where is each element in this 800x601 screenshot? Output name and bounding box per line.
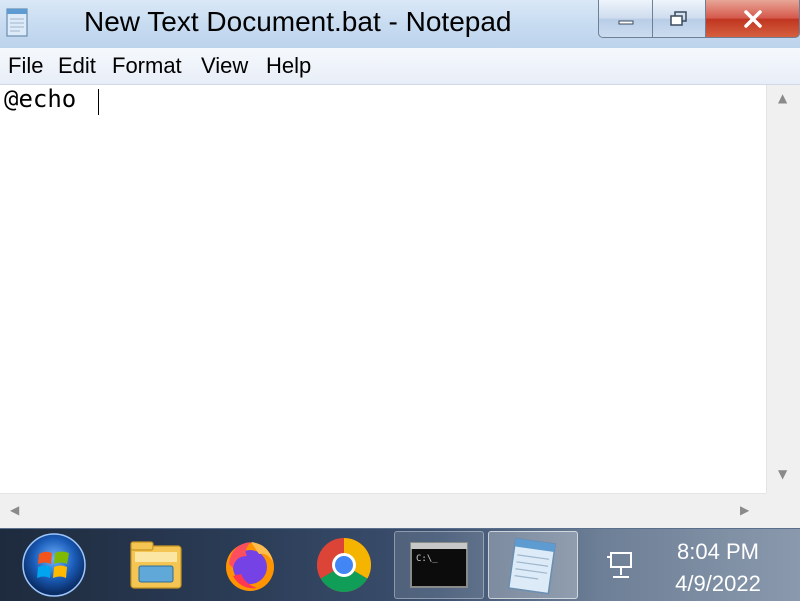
minimize-button[interactable] bbox=[598, 0, 653, 38]
close-button[interactable] bbox=[705, 0, 800, 38]
scroll-up-icon[interactable]: ▲ bbox=[778, 91, 787, 105]
scroll-left-icon[interactable]: ◀ bbox=[10, 503, 19, 517]
file-explorer-icon bbox=[130, 541, 182, 589]
vertical-scrollbar[interactable]: ▲ ▼ bbox=[766, 85, 800, 493]
taskbar-file-explorer[interactable] bbox=[114, 531, 198, 599]
taskbar-chrome[interactable] bbox=[302, 531, 386, 599]
scrollbar-corner bbox=[766, 493, 800, 528]
start-button[interactable] bbox=[12, 531, 96, 599]
taskbar-firefox[interactable] bbox=[208, 531, 292, 599]
restore-icon bbox=[670, 10, 687, 26]
taskbar-notepad[interactable] bbox=[488, 531, 578, 599]
window-title: New Text Document.bat - Notepad bbox=[84, 6, 512, 37]
notepad-icon bbox=[507, 537, 557, 595]
tray-network[interactable] bbox=[596, 531, 646, 599]
network-icon bbox=[607, 552, 632, 578]
menu-bar: File Edit Format View Help bbox=[0, 48, 800, 85]
chrome-icon bbox=[316, 538, 372, 593]
close-icon bbox=[743, 9, 762, 28]
editor-content[interactable]: @echo bbox=[4, 85, 91, 113]
horizontal-scrollbar[interactable]: ◀ ▶ bbox=[0, 493, 766, 529]
scroll-right-icon[interactable]: ▶ bbox=[740, 503, 749, 517]
command-prompt-icon: C:\_ bbox=[410, 542, 468, 588]
menu-format[interactable]: Format bbox=[112, 53, 182, 79]
maximize-button[interactable] bbox=[652, 0, 706, 38]
firefox-icon bbox=[226, 542, 274, 591]
notepad-icon[interactable] bbox=[4, 6, 30, 38]
text-editor[interactable]: @echo bbox=[0, 85, 766, 493]
taskbar-command-prompt[interactable]: C:\_ bbox=[394, 531, 484, 599]
tray-time[interactable]: 8:04 PM bbox=[668, 539, 768, 565]
menu-help[interactable]: Help bbox=[266, 53, 311, 79]
title-bar[interactable]: New Text Document.bat - Notepad bbox=[0, 0, 800, 48]
minimize-icon bbox=[618, 20, 633, 24]
windows-start-icon bbox=[22, 533, 86, 597]
notepad-window: New Text Document.bat - Notepad File Edi… bbox=[0, 0, 800, 529]
menu-view[interactable]: View bbox=[201, 53, 248, 79]
svg-text:C:\_: C:\_ bbox=[416, 554, 438, 564]
menu-file[interactable]: File bbox=[8, 53, 43, 79]
menu-edit[interactable]: Edit bbox=[58, 53, 96, 79]
tray-date[interactable]: 4/9/2022 bbox=[662, 571, 774, 597]
text-caret bbox=[98, 89, 99, 115]
taskbar: C:\_ 8:04 PM 4/9/2022 bbox=[0, 528, 800, 601]
scroll-down-icon[interactable]: ▼ bbox=[778, 467, 787, 481]
